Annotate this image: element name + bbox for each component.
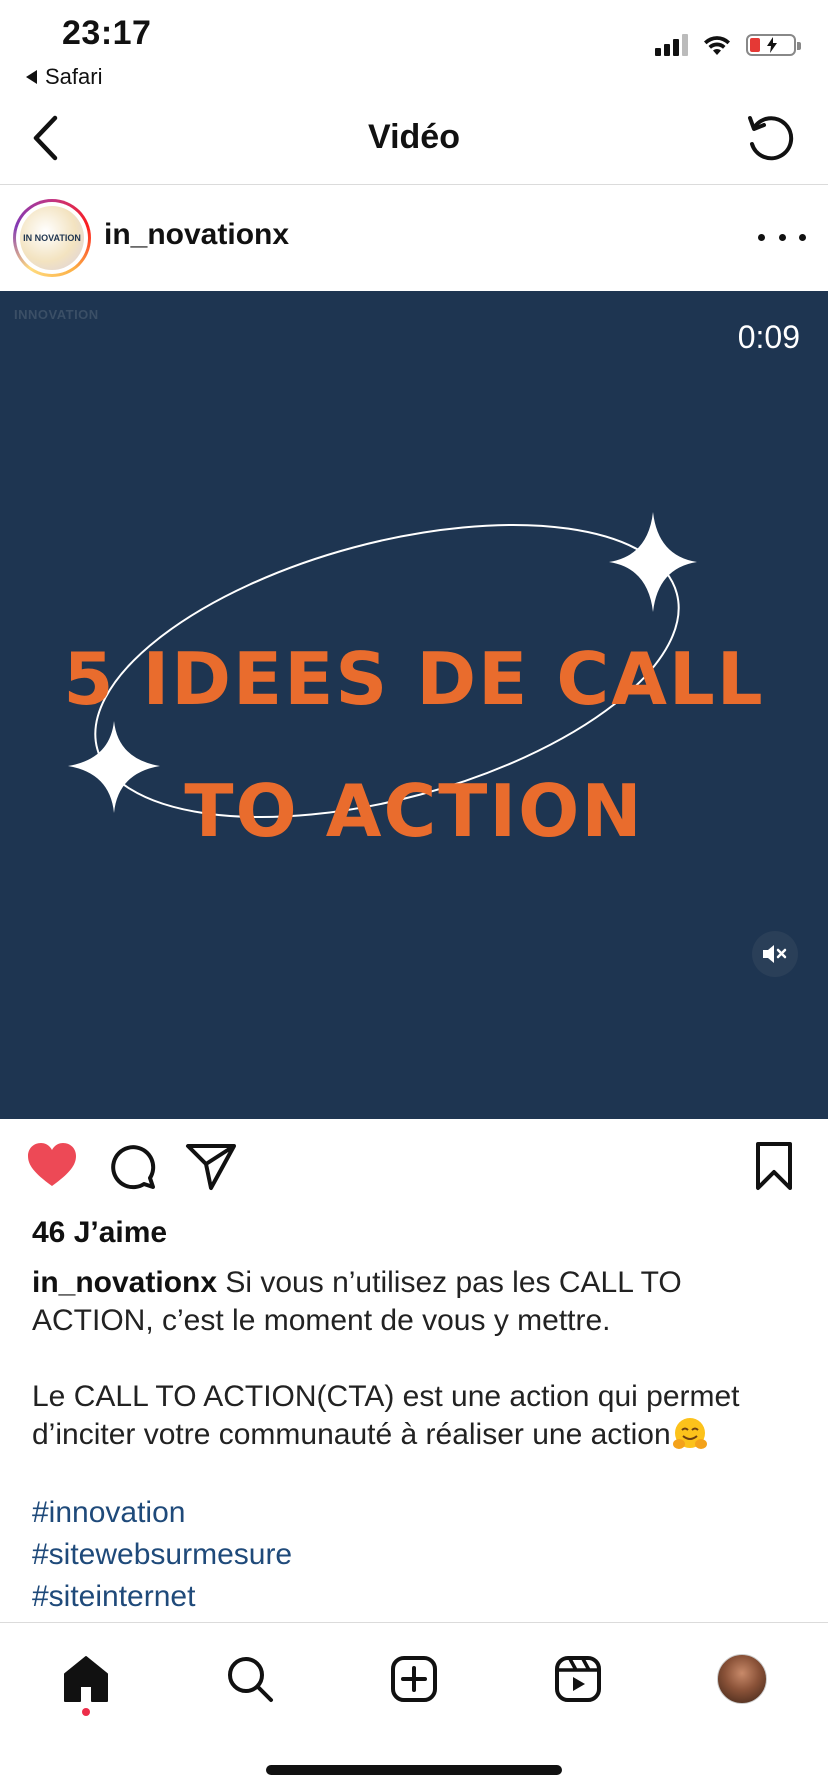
refresh-button[interactable] (742, 112, 798, 168)
battery-icon (746, 34, 801, 56)
cellular-signal-icon (655, 34, 688, 56)
refresh-icon (748, 116, 794, 161)
home-icon (64, 1656, 108, 1702)
caption-line2: Le CALL TO ACTION(CTA) est une action qu… (32, 1380, 740, 1451)
like-button[interactable] (24, 1138, 80, 1194)
author-avatar[interactable]: IN NOVATION (13, 199, 91, 277)
home-indicator[interactable] (266, 1765, 562, 1775)
reels-icon (555, 1656, 601, 1702)
header-divider (0, 184, 828, 185)
notification-dot (82, 1708, 90, 1716)
video-headline-line1: 5 IDEES DE CALL (63, 637, 765, 721)
video-player[interactable]: INNOVATION 0:09 5 IDEES DE CALL TO ACTIO… (0, 291, 828, 1119)
hashtag-link[interactable]: #siteinternet (32, 1576, 792, 1618)
comment-icon (111, 1145, 156, 1190)
send-icon (186, 1144, 236, 1190)
profile-avatar (717, 1654, 767, 1704)
back-app-label: Safari (45, 64, 103, 89)
more-dot-icon (778, 233, 786, 241)
post-username[interactable]: in_novationx (104, 218, 289, 252)
status-icons (655, 34, 801, 56)
back-to-safari-link[interactable]: Safari (26, 64, 102, 90)
speaker-muted-icon (763, 945, 787, 963)
save-button[interactable] (746, 1138, 802, 1194)
search-icon (228, 1657, 273, 1702)
wifi-icon (704, 36, 730, 55)
video-watermark-logo: INNOVATION (14, 307, 99, 322)
tab-search[interactable] (220, 1649, 280, 1709)
page-title: Vidéo (368, 118, 460, 156)
tab-reels[interactable] (548, 1649, 608, 1709)
more-dot-icon (799, 233, 806, 241)
more-dot-icon (758, 233, 765, 241)
status-time: 23:17 (62, 14, 152, 52)
caption-username[interactable]: in_novationx (32, 1266, 217, 1299)
tab-create[interactable] (384, 1649, 444, 1709)
tab-home[interactable] (56, 1649, 116, 1709)
bottom-tab-bar (0, 1623, 828, 1792)
hashtag-link[interactable]: #sitewebsurmesure (32, 1534, 792, 1576)
video-headline-line2: TO ACTION (184, 769, 644, 853)
post-caption: in_novationx Si vous n’utilisez pas les … (32, 1264, 792, 1618)
tab-profile[interactable] (712, 1649, 772, 1709)
heart-filled-icon (28, 1143, 76, 1186)
add-post-icon (391, 1656, 437, 1702)
back-triangle-icon (26, 70, 37, 84)
hugging-face-emoji-icon (672, 1418, 707, 1449)
hashtag-link[interactable]: #innovation (32, 1492, 792, 1534)
more-options-button[interactable] (758, 220, 806, 254)
share-button[interactable] (184, 1138, 240, 1194)
bookmark-icon (756, 1142, 792, 1190)
comment-button[interactable] (104, 1138, 160, 1194)
mute-button[interactable] (752, 931, 798, 977)
avatar-image: IN NOVATION (20, 206, 84, 270)
video-timer: 0:09 (737, 319, 800, 355)
likes-count[interactable]: 46 J’aime (32, 1216, 167, 1250)
